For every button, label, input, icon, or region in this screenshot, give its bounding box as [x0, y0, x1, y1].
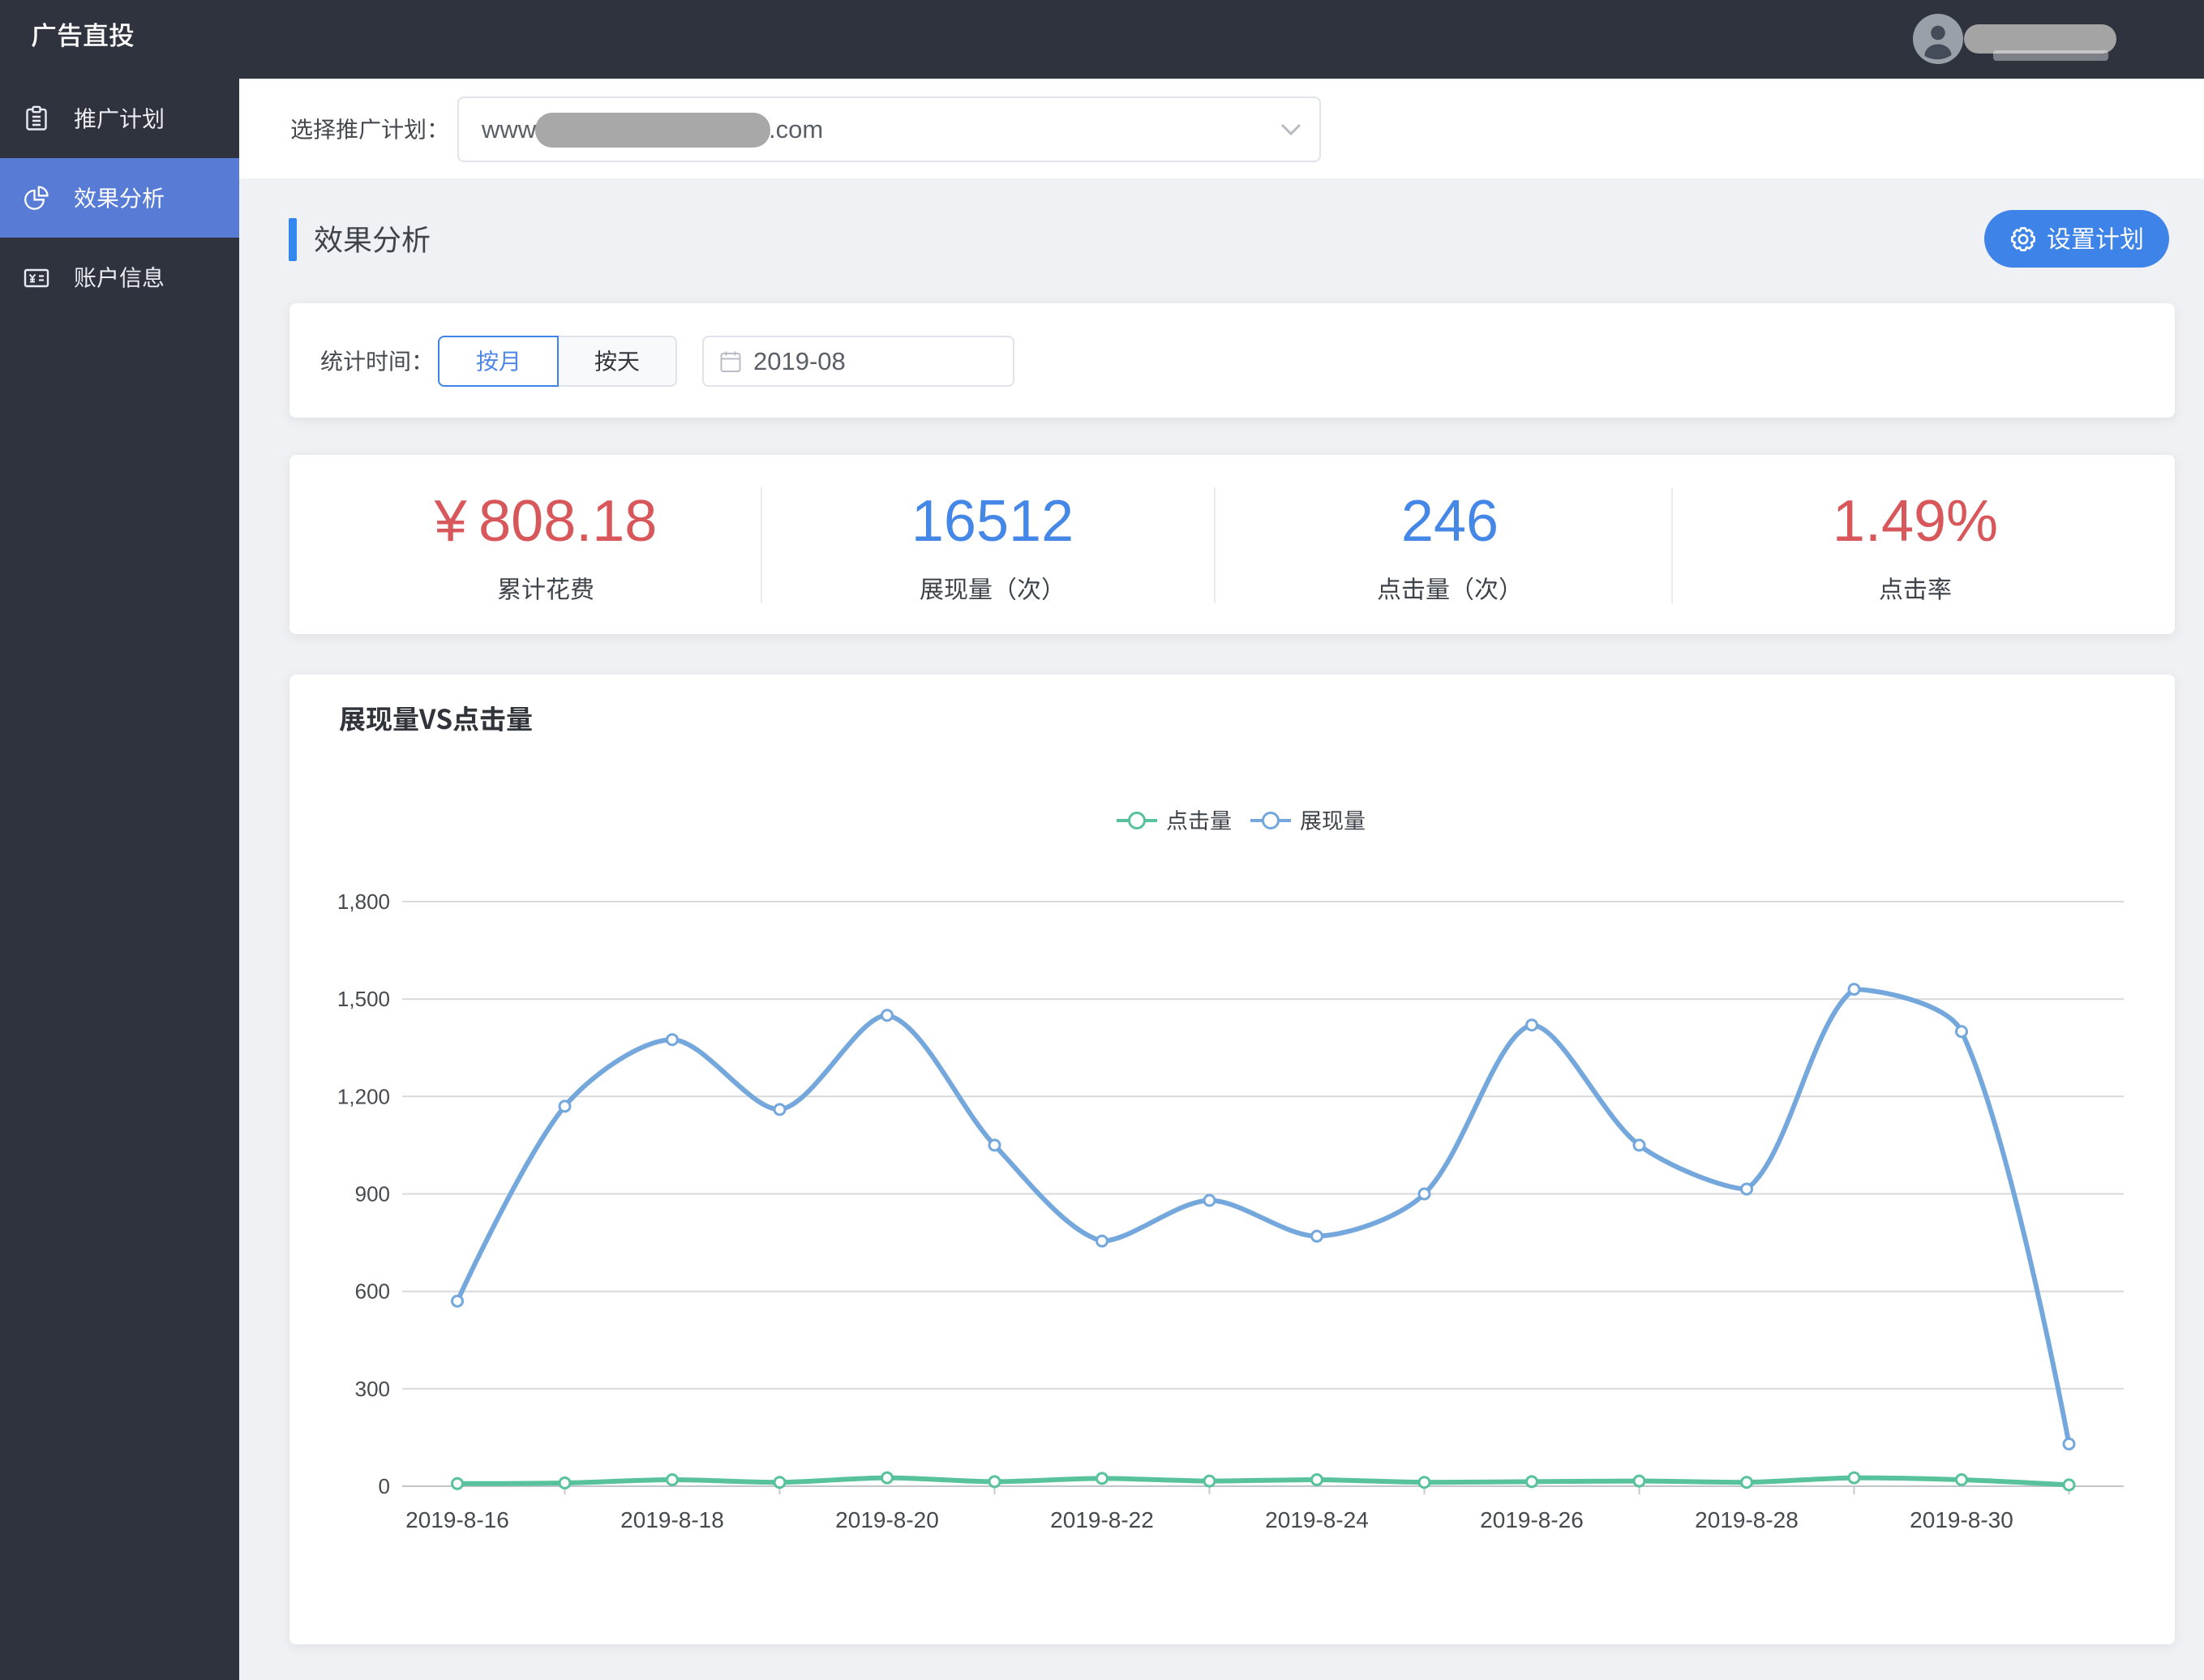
svg-text:2019-8-20: 2019-8-20 — [835, 1507, 939, 1532]
svg-text:1,500: 1,500 — [337, 987, 390, 1011]
svg-text:2019-8-18: 2019-8-18 — [620, 1507, 724, 1532]
svg-text:900: 900 — [355, 1182, 390, 1206]
svg-text:2019-8-16: 2019-8-16 — [405, 1507, 509, 1532]
svg-text:1,800: 1,800 — [337, 889, 390, 914]
svg-text:2019-8-26: 2019-8-26 — [1480, 1507, 1584, 1532]
svg-text:0: 0 — [379, 1474, 390, 1498]
svg-text:2019-8-28: 2019-8-28 — [1695, 1507, 1799, 1532]
svg-text:2019-8-22: 2019-8-22 — [1050, 1507, 1154, 1532]
svg-text:600: 600 — [355, 1279, 390, 1304]
svg-text:1,200: 1,200 — [337, 1084, 390, 1108]
svg-text:2019-8-30: 2019-8-30 — [1910, 1507, 2013, 1532]
svg-text:2019-8-24: 2019-8-24 — [1265, 1507, 1369, 1532]
svg-text:300: 300 — [355, 1377, 390, 1401]
